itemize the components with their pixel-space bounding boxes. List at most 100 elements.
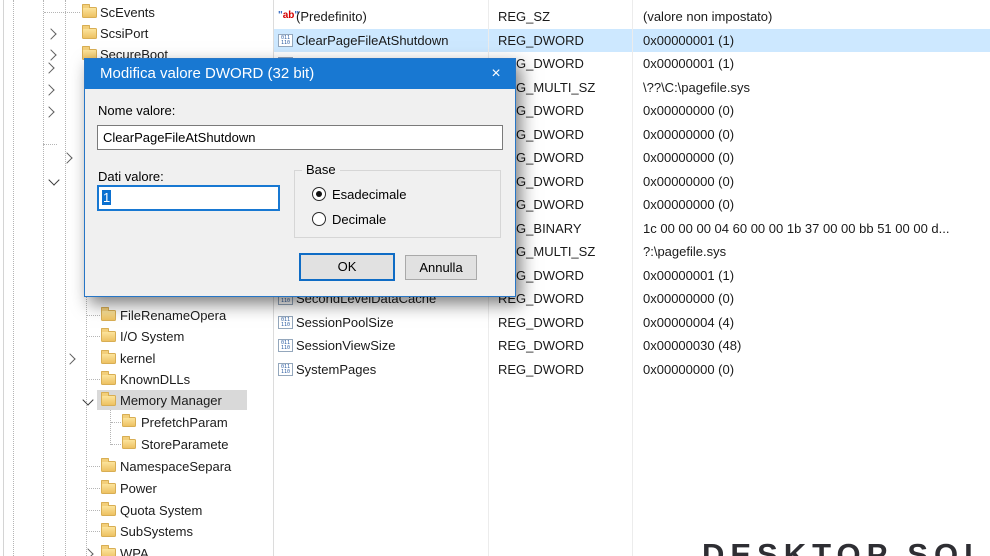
value-type: REG_DWORD (498, 314, 584, 330)
tree-connector (44, 12, 80, 13)
tree-item-storeparameters[interactable]: StoreParamete (0, 434, 272, 455)
tree-item-wpa[interactable]: WPA (0, 543, 272, 556)
folder-icon (101, 371, 116, 385)
close-icon[interactable]: × (477, 59, 515, 89)
ok-button[interactable]: OK (299, 253, 395, 281)
tree-item-label: SubSystems (120, 524, 193, 539)
decimal-radio-label: Decimale (332, 212, 387, 227)
edit-dword-dialog: Modifica valore DWORD (32 bit) × Nome va… (84, 58, 516, 297)
tree-item-label: Power (120, 481, 157, 496)
tree-item-label: FileRenameOpera (120, 308, 227, 323)
tree-item-label: StoreParamete (141, 437, 229, 452)
watermark-text: DESKTOP SOLUTION (702, 537, 990, 556)
folder-icon (82, 4, 97, 18)
hexadecimal-radio-label: Esadecimale (332, 187, 407, 202)
cancel-button[interactable]: Annulla (405, 255, 477, 280)
chevron-right-icon[interactable] (43, 106, 55, 118)
folder-icon (101, 350, 116, 364)
folder-icon (101, 392, 116, 406)
tree-connector (111, 422, 121, 423)
value-name: SessionPoolSize (296, 314, 394, 330)
tree-connector (87, 531, 100, 532)
chevron-right-icon[interactable] (64, 353, 76, 365)
tree-item-memory-management[interactable]: Memory Manager (0, 390, 272, 411)
base-groupbox (294, 170, 501, 238)
tree-item-filerenameoperations[interactable]: FileRenameOpera (0, 305, 272, 326)
value-name-field[interactable]: ClearPageFileAtShutdown (97, 125, 503, 150)
folder-icon (122, 436, 136, 449)
value-name: (Predefinito) (296, 9, 367, 24)
folder-icon (101, 458, 116, 472)
tree-item-knowndlls[interactable]: KnownDLLs (0, 369, 272, 390)
chevron-down-icon[interactable] (48, 174, 60, 186)
dword-value-icon: 011110 (278, 33, 293, 47)
value-data: 0x00000004 (4) (643, 314, 735, 330)
tree-item-label: ScEvents (100, 5, 155, 20)
tree-item-quota-system[interactable]: Quota System (0, 500, 272, 521)
value-data: 0x00000001 (1) (643, 32, 735, 48)
value-data: 0x00000000 (0) (643, 126, 735, 142)
chevron-right-icon[interactable] (43, 84, 55, 96)
tree-connector (111, 444, 121, 445)
hexadecimal-radio[interactable] (312, 187, 326, 201)
folder-icon (122, 414, 136, 427)
tree-item-label: Memory Manager (120, 393, 222, 408)
value-type: REG_SZ (498, 9, 551, 24)
tree-item-namespaceseparation[interactable]: NamespaceSepara (0, 456, 272, 477)
tree-item-label: KnownDLLs (120, 372, 191, 387)
dword-value-icon: 011110 (278, 362, 293, 376)
value-name: ClearPageFileAtShutdown (296, 32, 449, 48)
tree-item-label: Quota System (120, 503, 203, 518)
tree-item-kernel[interactable]: kernel (0, 348, 272, 369)
value-data: ?:\pagefile.sys (643, 244, 727, 259)
tree-item-power[interactable]: Power (0, 478, 272, 499)
tree-connector (87, 488, 100, 489)
tree-item-label: I/O System (120, 329, 185, 344)
base-group-label: Base (302, 162, 340, 177)
tree-connector (87, 379, 100, 380)
tree-item-label: NamespaceSepara (120, 459, 232, 474)
chevron-right-icon[interactable] (45, 49, 57, 61)
value-name: SessionViewSize (296, 338, 396, 353)
dword-value-icon: 011110 (278, 315, 293, 329)
folder-icon (101, 328, 116, 342)
selected-text: 1 (102, 190, 112, 205)
tree-connector (87, 336, 100, 337)
string-value-icon: "ab" (278, 10, 300, 21)
decimal-radio[interactable] (312, 212, 326, 226)
tree-item-label: PrefetchParam (141, 415, 228, 430)
tree-item-prefetchparameters[interactable]: PrefetchParam (0, 412, 272, 433)
value-data-field[interactable]: 1 (97, 185, 280, 211)
chevron-right-icon[interactable] (82, 548, 94, 556)
chevron-down-icon[interactable] (82, 394, 94, 406)
dword-value-icon: 011110 (278, 339, 293, 352)
chevron-right-icon[interactable] (45, 28, 57, 40)
tree-item-label: ScsiPort (100, 26, 149, 41)
column-separator[interactable] (632, 0, 633, 556)
tree-item-scsiport[interactable]: ScsiPort (0, 23, 272, 44)
tree-connector (43, 144, 57, 145)
value-data: 0x00000000 (0) (643, 197, 735, 212)
folder-icon (101, 523, 116, 537)
value-type: REG_DWORD (498, 338, 584, 353)
value-data: 0x00000000 (0) (643, 361, 735, 377)
tree-item-subsystems[interactable]: SubSystems (0, 521, 272, 542)
value-data: 0x00000030 (48) (643, 338, 742, 353)
folder-icon (82, 25, 97, 39)
tree-connector (87, 466, 100, 467)
chevron-right-icon[interactable] (61, 152, 73, 164)
folder-icon (101, 480, 116, 494)
folder-icon (101, 502, 116, 516)
value-data: 0x00000000 (0) (643, 291, 735, 306)
tree-item-io-system[interactable]: I/O System (0, 326, 272, 347)
tree-connector (87, 315, 100, 316)
value-type: REG_DWORD (498, 361, 584, 377)
value-data: 0x00000001 (1) (643, 267, 735, 283)
value-data: 1c 00 00 00 04 60 00 00 1b 37 00 00 bb 5… (643, 220, 950, 236)
value-name-label: Nome valore: (98, 103, 176, 118)
tree-item-label: kernel (120, 351, 156, 366)
value-name-text: ClearPageFileAtShutdown (103, 130, 256, 145)
tree-item-scevents[interactable]: ScEvents (0, 2, 272, 23)
folder-icon (101, 545, 116, 556)
value-data: 0x00000000 (0) (643, 103, 735, 118)
